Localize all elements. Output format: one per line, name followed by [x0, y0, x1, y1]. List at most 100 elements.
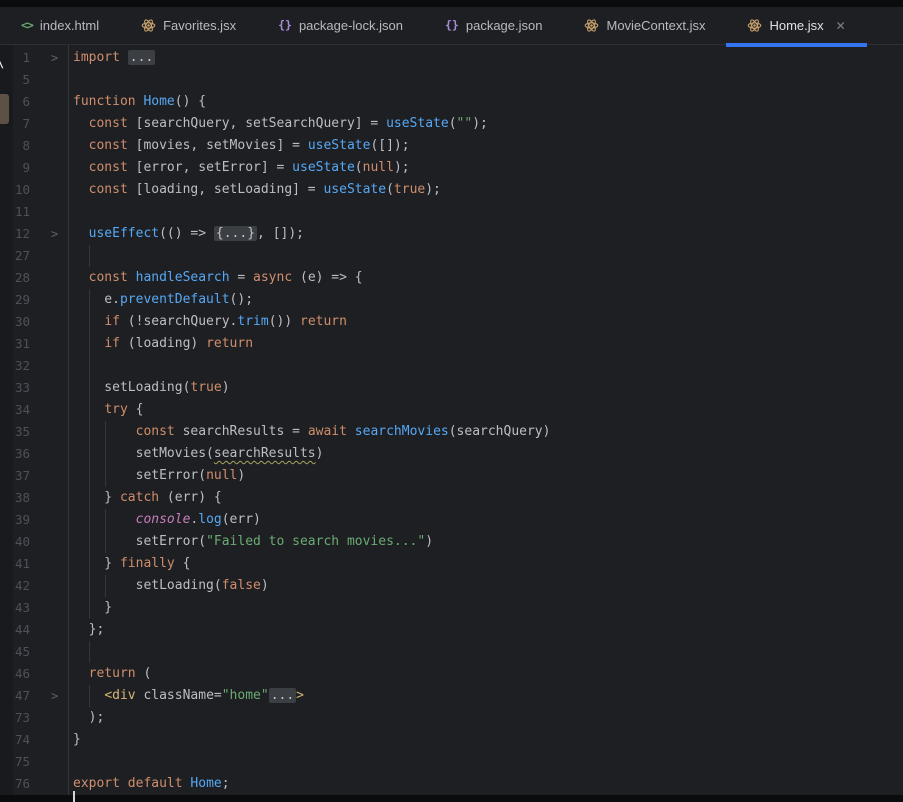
- code-token: useState: [386, 116, 449, 131]
- code-token: ): [237, 468, 245, 483]
- tab-package-json[interactable]: {}package.json: [424, 7, 563, 44]
- code-token: (!searchQuery.: [120, 314, 237, 329]
- code-token: import: [73, 50, 128, 65]
- tab-package-lock-json[interactable]: {}package-lock.json: [257, 7, 424, 44]
- code-line[interactable]: 42 setLoading(false): [0, 575, 903, 597]
- code-token: (: [136, 666, 152, 681]
- code-line[interactable]: 47> <div className="home"...>: [0, 685, 903, 707]
- tab-index-html[interactable]: <>index.html: [0, 7, 120, 44]
- code-token: [73, 270, 89, 285]
- code-token: }: [73, 490, 120, 505]
- tab-favorites-jsx[interactable]: Favorites.jsx: [120, 7, 257, 44]
- fold-arrow-icon[interactable]: >: [51, 47, 58, 69]
- code-token: ): [261, 578, 269, 593]
- code-line[interactable]: 44 };: [0, 619, 903, 641]
- code-token: true: [394, 182, 425, 197]
- code-token: [120, 776, 128, 791]
- code-text: return (: [30, 663, 151, 685]
- code-line[interactable]: 35 const searchResults = await searchMov…: [0, 421, 903, 443]
- code-line[interactable]: 29 e.preventDefault();: [0, 289, 903, 311]
- code-text: const [movies, setMovies] = useState([])…: [30, 135, 410, 157]
- code-line[interactable]: 40 setError("Failed to search movies..."…: [0, 531, 903, 553]
- code-text: [30, 69, 73, 91]
- tab-home-jsx[interactable]: Home.jsx✕: [726, 7, 866, 44]
- code-token: (err): [222, 512, 261, 527]
- code-line[interactable]: 34 try {: [0, 399, 903, 421]
- code-token: (e) => {: [292, 270, 362, 285]
- code-line[interactable]: 5: [0, 69, 903, 91]
- code-text: } finally {: [30, 553, 190, 575]
- code-line[interactable]: 10 const [loading, setLoading] = useStat…: [0, 179, 903, 201]
- code-token: trim: [237, 314, 268, 329]
- folded-region[interactable]: {...}: [214, 226, 257, 241]
- tab-moviecontext-jsx[interactable]: MovieContext.jsx: [563, 7, 726, 44]
- code-line[interactable]: 76export default Home;: [0, 773, 903, 795]
- code-token: }: [73, 600, 112, 615]
- code-token: setLoading(: [73, 380, 190, 395]
- code-editor[interactable]: \ 1>import ...56function Home() {7 const…: [0, 45, 903, 795]
- code-token: <div: [104, 688, 135, 703]
- tab-label: package-lock.json: [299, 18, 403, 33]
- code-token: e.: [73, 292, 120, 307]
- code-token: catch: [120, 490, 159, 505]
- tab-label: Favorites.jsx: [163, 18, 236, 33]
- code-line[interactable]: 8 const [movies, setMovies] = useState([…: [0, 135, 903, 157]
- code-line[interactable]: 1>import ...: [0, 47, 903, 69]
- code-line[interactable]: 43 }: [0, 597, 903, 619]
- indent-guide: [105, 421, 106, 443]
- code-text: const searchResults = await searchMovies…: [30, 421, 550, 443]
- code-token: (: [449, 116, 457, 131]
- code-token: setMovies(: [73, 446, 214, 461]
- code-line[interactable]: 45: [0, 641, 903, 663]
- code-line[interactable]: 32: [0, 355, 903, 377]
- code-line[interactable]: 37 setError(null): [0, 465, 903, 487]
- react-file-icon: [584, 18, 599, 33]
- code-line[interactable]: 28 const handleSearch = async (e) => {: [0, 267, 903, 289]
- folded-region[interactable]: ...: [128, 50, 155, 65]
- code-line[interactable]: 9 const [error, setError] = useState(nul…: [0, 157, 903, 179]
- code-token: null: [206, 468, 237, 483]
- code-line[interactable]: 39 console.log(err): [0, 509, 903, 531]
- code-line[interactable]: 75: [0, 751, 903, 773]
- code-line[interactable]: 12> useEffect(() => {...}, []);: [0, 223, 903, 245]
- code-line[interactable]: 11: [0, 201, 903, 223]
- code-line[interactable]: 27: [0, 245, 903, 267]
- code-text: setMovies(searchResults): [30, 443, 323, 465]
- code-token: ();: [230, 292, 253, 307]
- indent-guide: [89, 443, 90, 465]
- code-line[interactable]: 36 setMovies(searchResults): [0, 443, 903, 465]
- code-text: console.log(err): [30, 509, 261, 531]
- ide-window: <>index.htmlFavorites.jsx{}package-lock.…: [0, 0, 903, 802]
- indent-guide: [105, 531, 106, 553]
- close-tab-icon[interactable]: ✕: [836, 19, 846, 33]
- folded-region[interactable]: ...: [269, 688, 296, 703]
- fold-arrow-icon[interactable]: >: [51, 685, 58, 707]
- code-token: [347, 424, 355, 439]
- code-text: const [searchQuery, setSearchQuery] = us…: [30, 113, 488, 135]
- code-line[interactable]: 74}: [0, 729, 903, 751]
- code-line[interactable]: 41 } finally {: [0, 553, 903, 575]
- code-token: () {: [175, 94, 206, 109]
- code-token: {: [128, 402, 144, 417]
- indent-guide: [105, 575, 106, 597]
- code-line[interactable]: 33 setLoading(true): [0, 377, 903, 399]
- code-line[interactable]: 6function Home() {: [0, 91, 903, 113]
- code-token: );: [394, 160, 410, 175]
- fold-arrow-icon[interactable]: >: [51, 223, 58, 245]
- code-token: const: [89, 116, 128, 131]
- code-token: Home: [143, 94, 174, 109]
- code-line[interactable]: 38 } catch (err) {: [0, 487, 903, 509]
- code-token: function: [73, 94, 143, 109]
- code-text: try {: [30, 399, 143, 421]
- indent-guide: [89, 289, 90, 311]
- indent-guide: [89, 531, 90, 553]
- code-text: function Home() {: [30, 91, 206, 113]
- code-line[interactable]: 30 if (!searchQuery.trim()) return: [0, 311, 903, 333]
- code-line[interactable]: 73 );: [0, 707, 903, 729]
- code-line[interactable]: 7 const [searchQuery, setSearchQuery] = …: [0, 113, 903, 135]
- code-line[interactable]: 46 return (: [0, 663, 903, 685]
- code-line[interactable]: 31 if (loading) return: [0, 333, 903, 355]
- code-text: setLoading(true): [30, 377, 230, 399]
- code-token: setError(: [73, 534, 206, 549]
- window-bottom-edge: [0, 795, 903, 802]
